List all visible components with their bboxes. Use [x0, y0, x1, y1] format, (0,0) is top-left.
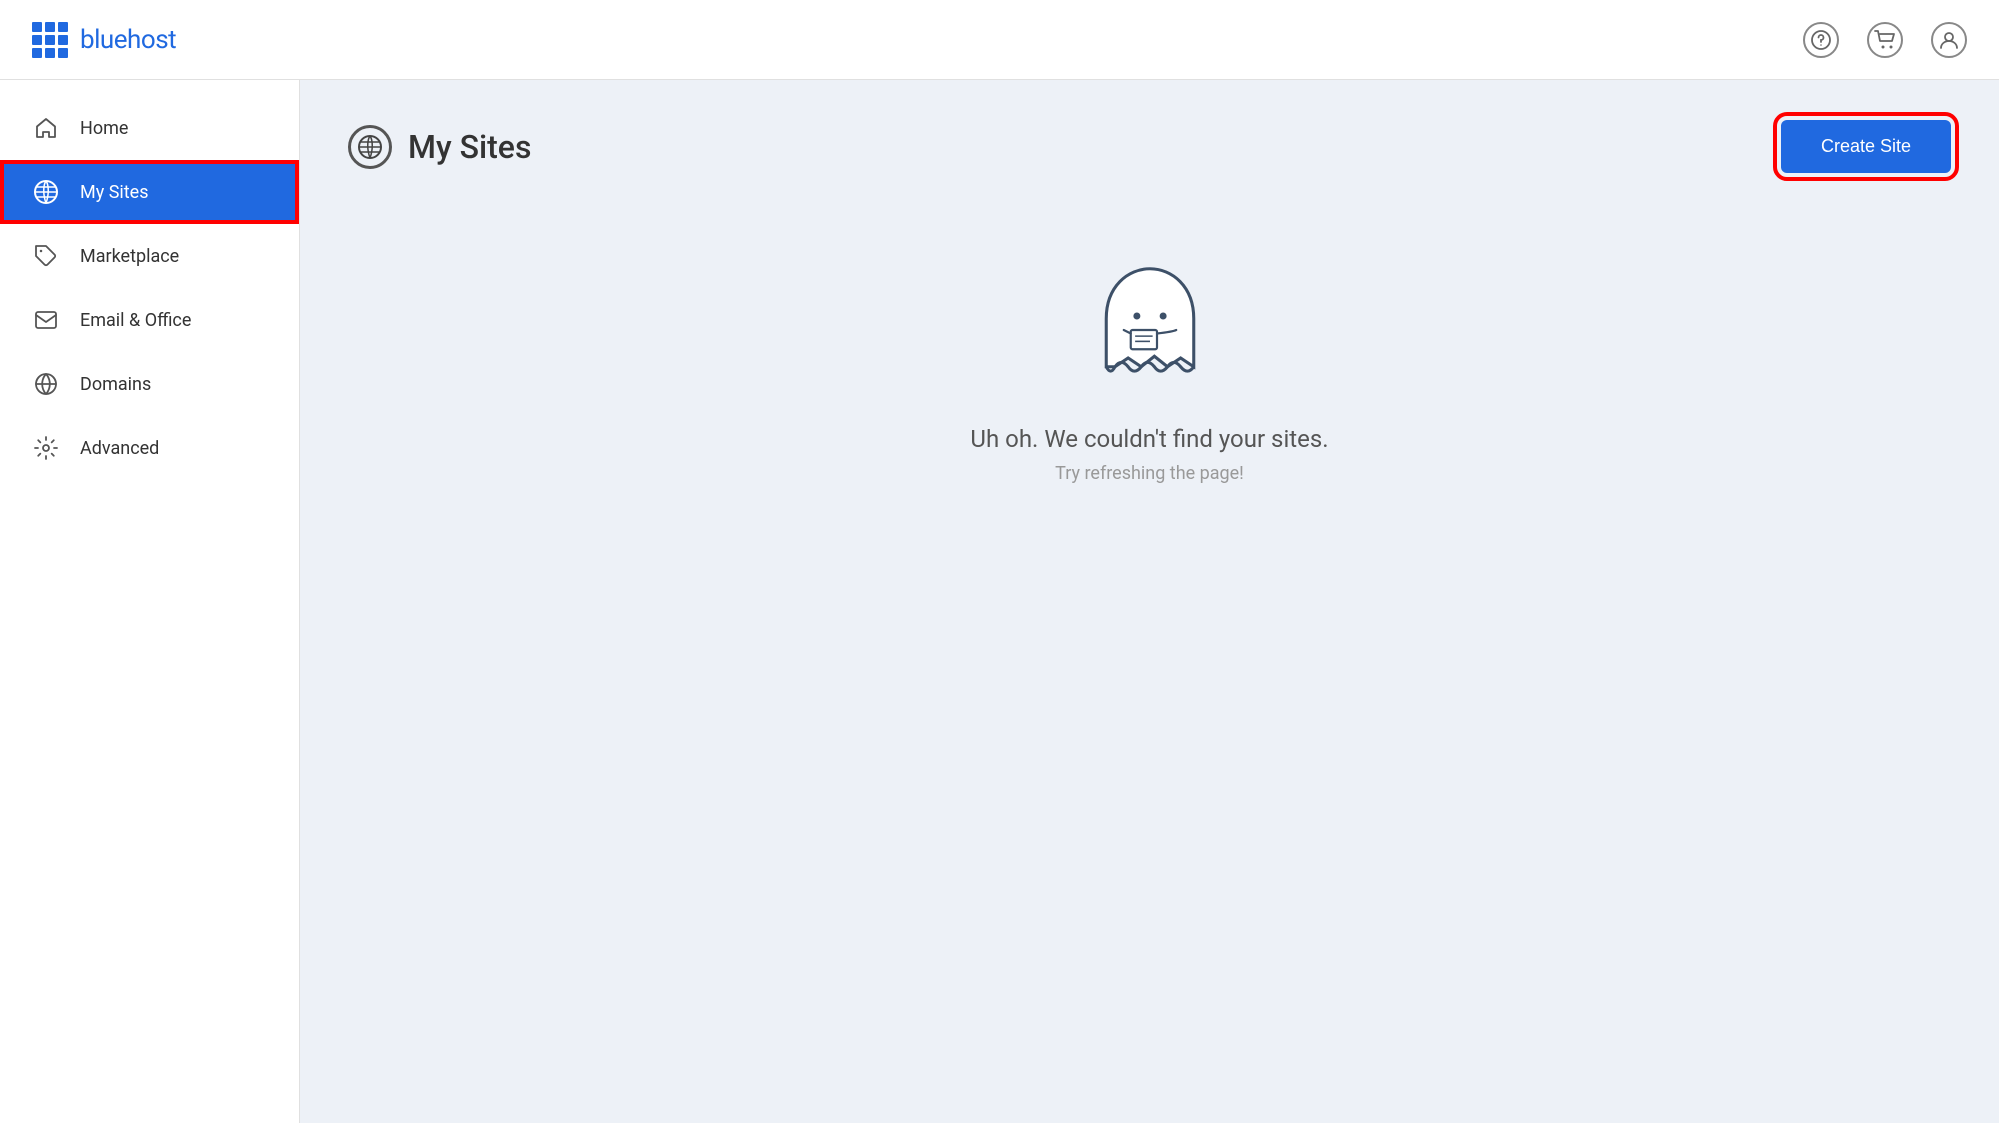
page-title-group: My Sites: [348, 125, 531, 169]
wordpress-icon: [32, 178, 60, 206]
sidebar-item-advanced[interactable]: Advanced: [0, 416, 299, 480]
sidebar-item-my-sites-label: My Sites: [80, 182, 148, 203]
sidebar-item-home[interactable]: Home: [0, 96, 299, 160]
email-icon: [32, 306, 60, 334]
home-icon: [32, 114, 60, 142]
sidebar: Home My Sites Marketplace: [0, 80, 300, 1123]
tag-icon: [32, 242, 60, 270]
page-layout: Home My Sites Marketplace: [0, 80, 1999, 1123]
create-site-button[interactable]: Create Site: [1781, 120, 1951, 173]
sidebar-item-email-office[interactable]: Email & Office: [0, 288, 299, 352]
sidebar-item-home-label: Home: [80, 118, 128, 139]
empty-state-title: Uh oh. We couldn't find your sites.: [970, 425, 1328, 453]
empty-state-subtitle: Try refreshing the page!: [1055, 463, 1244, 484]
sidebar-item-marketplace-label: Marketplace: [80, 246, 179, 267]
page-title: My Sites: [408, 128, 531, 166]
cart-icon[interactable]: [1867, 22, 1903, 58]
sidebar-item-domains-label: Domains: [80, 374, 151, 395]
header-actions: [1803, 22, 1967, 58]
main-content: My Sites Create Site: [300, 80, 1999, 1123]
main-header: My Sites Create Site: [348, 120, 1951, 173]
sidebar-item-email-office-label: Email & Office: [80, 310, 191, 331]
sidebar-item-my-sites[interactable]: My Sites: [0, 160, 299, 224]
top-header: bluehost: [0, 0, 1999, 80]
logo-grid-icon: [32, 22, 68, 58]
logo-area: bluehost: [32, 22, 176, 58]
empty-state: Uh oh. We couldn't find your sites. Try …: [348, 253, 1951, 484]
sidebar-item-advanced-label: Advanced: [80, 438, 159, 459]
help-icon[interactable]: [1803, 22, 1839, 58]
wp-logo-circle: [348, 125, 392, 169]
advanced-icon: [32, 434, 60, 462]
user-icon[interactable]: [1931, 22, 1967, 58]
domains-icon: [32, 370, 60, 398]
sidebar-item-domains[interactable]: Domains: [0, 352, 299, 416]
logo-text: bluehost: [80, 25, 176, 55]
sidebar-item-marketplace[interactable]: Marketplace: [0, 224, 299, 288]
ghost-illustration: [1080, 253, 1220, 393]
